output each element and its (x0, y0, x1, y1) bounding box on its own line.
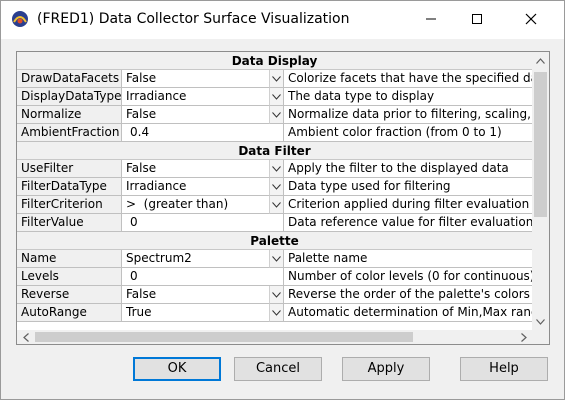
property-name: Name (17, 250, 122, 268)
chevron-down-icon (272, 201, 281, 208)
chevron-down-icon (536, 318, 545, 325)
property-value[interactable]: False (122, 106, 284, 124)
property-row-use-filter[interactable]: UseFilter False Apply the filter to the … (17, 160, 532, 178)
chevron-left-icon (22, 332, 29, 342)
property-value[interactable]: Irradiance (122, 178, 284, 196)
property-row-filter-criterion[interactable]: FilterCriterion > (greater than) Criteri… (17, 196, 532, 214)
property-value[interactable]: 0.4 (122, 124, 284, 142)
property-description: Ambient color fraction (from 0 to 1) (284, 124, 532, 142)
property-row-reverse[interactable]: Reverse False Reverse the order of the p… (17, 286, 532, 304)
property-description: Automatic determination of Min,Max range (284, 304, 532, 322)
scrollbar-corner (532, 330, 549, 344)
title-bar[interactable]: (FRED1) Data Collector Surface Visualiza… (1, 1, 564, 39)
property-name: FilterCriterion (17, 196, 122, 214)
chevron-down-icon (272, 309, 281, 316)
property-name: DrawDataFacets (17, 70, 122, 88)
property-value[interactable]: False (122, 286, 284, 304)
chevron-down-icon (272, 165, 281, 172)
property-description: Data type used for filtering (284, 178, 532, 196)
scroll-up-button[interactable] (532, 52, 549, 69)
horizontal-scroll-thumb[interactable] (35, 332, 413, 342)
section-header-palette: Palette (17, 232, 532, 250)
property-name: AmbientFraction (17, 124, 122, 142)
property-value[interactable]: False (122, 160, 284, 178)
property-description: The data type to display (284, 88, 532, 106)
scroll-down-button[interactable] (532, 313, 549, 330)
apply-button[interactable]: Apply (342, 357, 430, 381)
scroll-right-button[interactable] (515, 330, 532, 344)
chevron-down-icon (272, 183, 281, 190)
property-value[interactable]: False (122, 70, 284, 88)
dropdown-button[interactable] (269, 178, 284, 196)
section-header-data-display: Data Display (17, 52, 532, 70)
property-description: Reverse the order of the palette's color… (284, 286, 532, 304)
property-name: UseFilter (17, 160, 122, 178)
dropdown-button[interactable] (269, 286, 284, 304)
help-button[interactable]: Help (460, 357, 548, 381)
property-value[interactable]: True (122, 304, 284, 322)
property-description: Colorize facets that have the specified … (284, 70, 532, 88)
window-title: (FRED1) Data Collector Surface Visualiza… (37, 11, 350, 27)
close-button[interactable] (500, 1, 562, 37)
chevron-down-icon (272, 111, 281, 118)
ok-button[interactable]: OK (133, 357, 221, 381)
scroll-left-button[interactable] (17, 330, 34, 344)
property-description: Number of color levels (0 for continuous… (284, 268, 532, 286)
property-description: Normalize data prior to filtering, scali… (284, 106, 532, 124)
property-name: Reverse (17, 286, 122, 304)
property-name: DisplayDataType (17, 88, 122, 106)
property-row-normalize[interactable]: Normalize False Normalize data prior to … (17, 106, 532, 124)
dropdown-button[interactable] (269, 304, 284, 322)
property-name: Normalize (17, 106, 122, 124)
chevron-down-icon (272, 291, 281, 298)
property-name: FilterValue (17, 214, 122, 232)
property-row-filter-data-type[interactable]: FilterDataType Irradiance Data type used… (17, 178, 532, 196)
property-value[interactable]: Spectrum2 (122, 250, 284, 268)
dropdown-button[interactable] (269, 250, 284, 268)
property-value[interactable]: Irradiance (122, 88, 284, 106)
dropdown-button[interactable] (269, 196, 284, 214)
app-icon (11, 10, 29, 28)
property-row-draw-data-facets[interactable]: DrawDataFacets False Colorize facets tha… (17, 70, 532, 88)
dropdown-button[interactable] (269, 70, 284, 88)
chevron-right-icon (520, 332, 527, 342)
property-value[interactable]: > (greater than) (122, 196, 284, 214)
property-name: AutoRange (17, 304, 122, 322)
property-name: FilterDataType (17, 178, 122, 196)
property-row-auto-range[interactable]: AutoRange True Automatic determination o… (17, 304, 532, 322)
close-icon (525, 13, 537, 25)
dropdown-button[interactable] (269, 106, 284, 124)
horizontal-scrollbar[interactable] (17, 330, 532, 344)
property-row-filter-value[interactable]: FilterValue 0 Data reference value for f… (17, 214, 532, 232)
minimize-icon (426, 18, 436, 20)
vertical-scroll-thumb[interactable] (534, 72, 547, 217)
property-row-levels[interactable]: Levels 0 Number of color levels (0 for c… (17, 268, 532, 286)
property-description: Criterion applied during filter evaluati… (284, 196, 532, 214)
property-row-ambient-fraction[interactable]: AmbientFraction 0.4 Ambient color fracti… (17, 124, 532, 142)
vertical-scrollbar[interactable] (532, 52, 549, 330)
property-description: Data reference value for filter evaluati… (284, 214, 532, 232)
property-row-display-data-type[interactable]: DisplayDataType Irradiance The data type… (17, 88, 532, 106)
chevron-down-icon (272, 255, 281, 262)
property-description: Apply the filter to the displayed data (284, 160, 532, 178)
property-value[interactable]: 0 (122, 214, 284, 232)
property-grid: Data Display DrawDataFacets False Colori… (16, 51, 550, 345)
maximize-button[interactable] (454, 1, 500, 37)
maximize-icon (472, 14, 482, 24)
section-header-data-filter: Data Filter (17, 142, 532, 160)
property-name: Levels (17, 268, 122, 286)
chevron-down-icon (272, 93, 281, 100)
cancel-button[interactable]: Cancel (234, 357, 322, 381)
dropdown-button[interactable] (269, 160, 284, 178)
property-row-palette-name[interactable]: Name Spectrum2 Palette name (17, 250, 532, 268)
property-value[interactable]: 0 (122, 268, 284, 286)
chevron-down-icon (272, 75, 281, 82)
dropdown-button[interactable] (269, 88, 284, 106)
dialog-window: (FRED1) Data Collector Surface Visualiza… (0, 0, 565, 400)
property-description: Palette name (284, 250, 532, 268)
minimize-button[interactable] (408, 1, 454, 37)
chevron-up-icon (536, 57, 545, 64)
